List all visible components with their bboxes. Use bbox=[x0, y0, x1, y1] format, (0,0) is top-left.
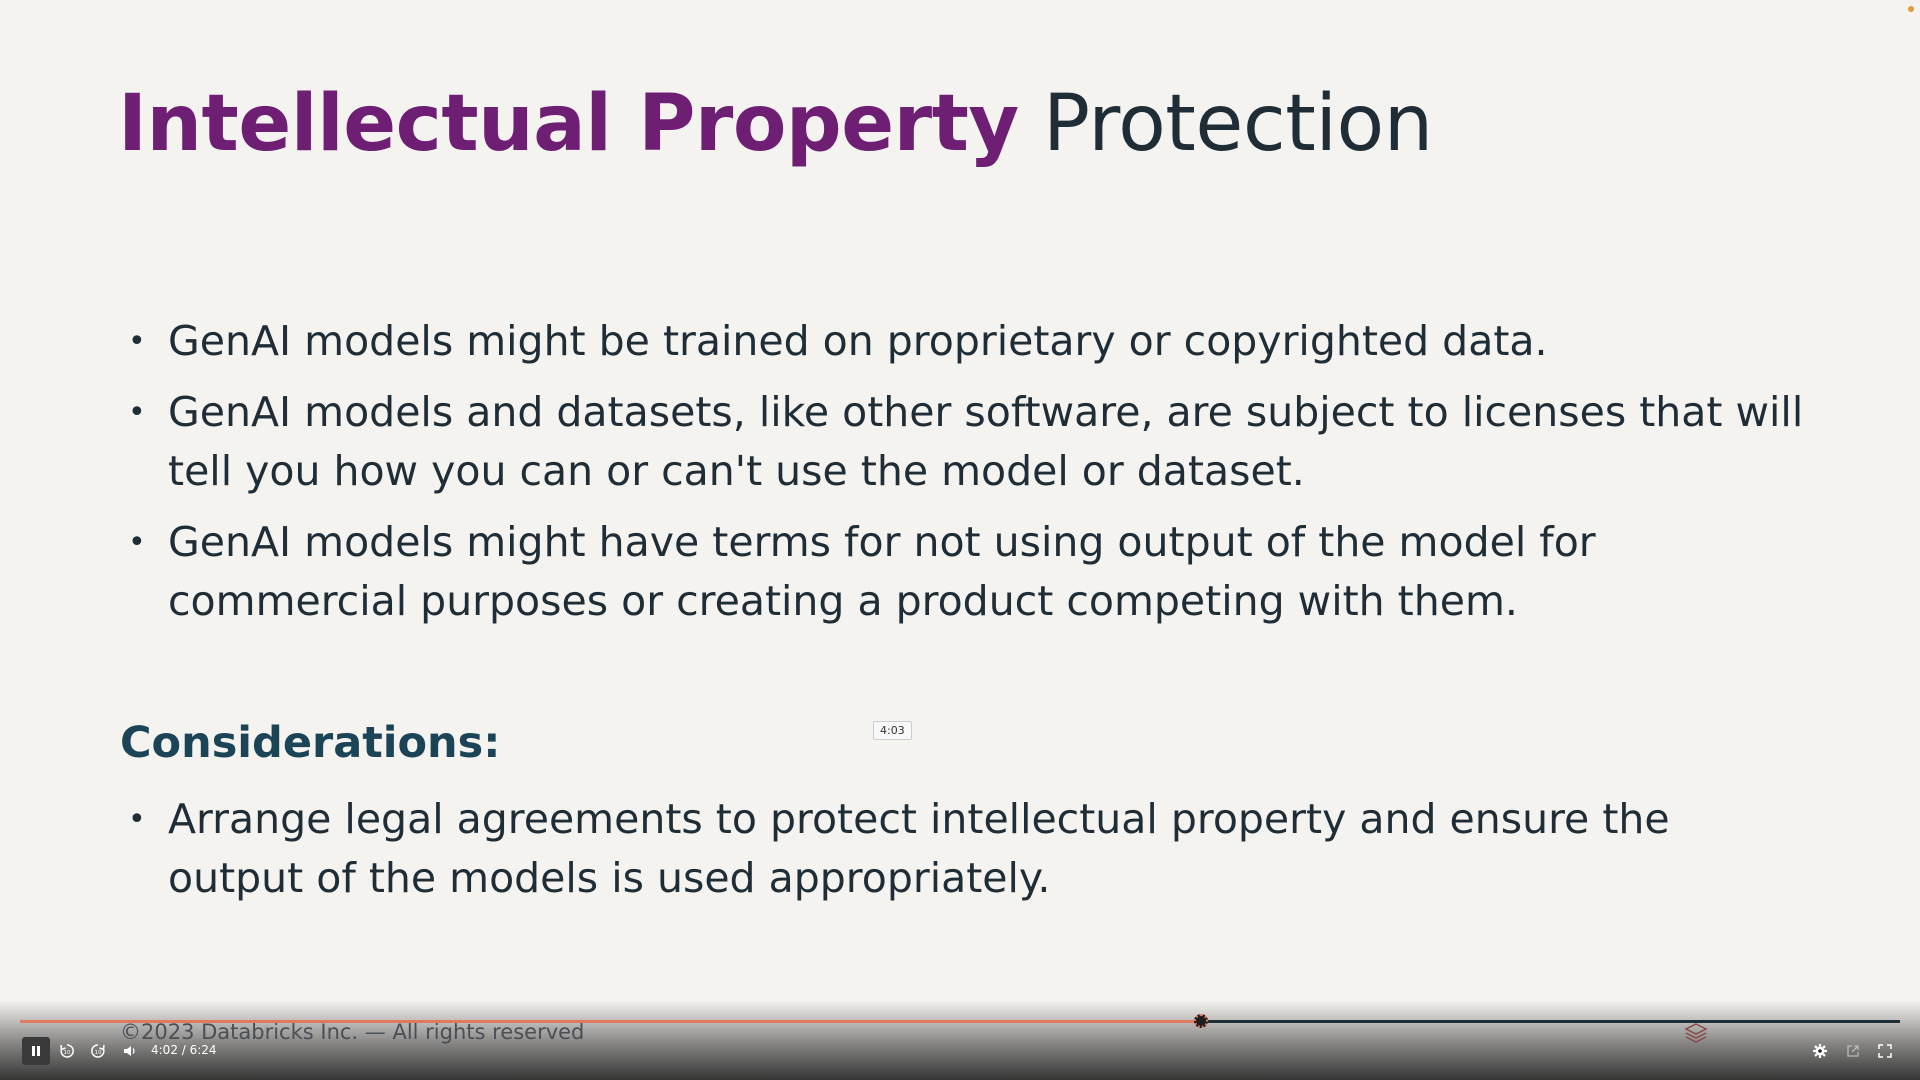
progress-track[interactable] bbox=[20, 1014, 1900, 1028]
bullet-text: GenAI models and datasets, like other so… bbox=[168, 388, 1804, 495]
slide-footer: ©2023 Databricks Inc. — All rights reser… bbox=[120, 1020, 585, 1044]
bullet-text: GenAI models might be trained on proprie… bbox=[168, 317, 1548, 365]
status-dot bbox=[1908, 6, 1914, 12]
bullet-list: • GenAI models might be trained on propr… bbox=[128, 312, 1808, 643]
volume-button[interactable] bbox=[117, 1038, 143, 1064]
bullet-item: • Arrange legal agreements to protect in… bbox=[128, 790, 1808, 908]
settings-icon bbox=[1813, 1044, 1827, 1058]
bullet-item: • GenAI models might have terms for not … bbox=[128, 513, 1808, 631]
bullet-dot: • bbox=[128, 802, 146, 837]
bullet-item: • GenAI models might be trained on propr… bbox=[128, 312, 1808, 371]
bullet-dot: • bbox=[128, 525, 146, 560]
settings-button[interactable] bbox=[1807, 1038, 1833, 1064]
rewind-10-icon: 10 bbox=[60, 1044, 74, 1058]
slide-title-rest: Protection bbox=[1043, 79, 1433, 169]
considerations-list: • Arrange legal agreements to protect in… bbox=[128, 790, 1808, 920]
svg-text:10: 10 bbox=[95, 1050, 102, 1056]
fullscreen-icon bbox=[1878, 1044, 1892, 1058]
pause-icon bbox=[32, 1046, 40, 1056]
bullet-text: GenAI models might have terms for not us… bbox=[168, 518, 1596, 625]
bullet-dot: • bbox=[128, 395, 146, 430]
progress-fill bbox=[20, 1020, 1201, 1023]
svg-text:10: 10 bbox=[64, 1050, 71, 1056]
popout-icon bbox=[1847, 1045, 1859, 1057]
bullet-dot: • bbox=[128, 324, 146, 359]
fullscreen-button[interactable] bbox=[1872, 1038, 1898, 1064]
popout-button[interactable] bbox=[1840, 1038, 1866, 1064]
slide-title: Intellectual Property Protection bbox=[118, 79, 1433, 169]
pause-button[interactable] bbox=[22, 1037, 50, 1065]
slide: Intellectual Property Protection • GenAI… bbox=[0, 0, 1920, 1080]
time-readout: 4:02 / 6:24 bbox=[151, 1043, 217, 1057]
volume-icon bbox=[124, 1046, 135, 1056]
slide-title-highlight: Intellectual Property bbox=[118, 79, 1019, 169]
layers-icon bbox=[1684, 1023, 1708, 1043]
bullet-item: • GenAI models and datasets, like other … bbox=[128, 383, 1808, 501]
considerations-heading: Considerations: bbox=[120, 718, 501, 768]
forward-10-button[interactable]: 10 bbox=[85, 1038, 111, 1064]
hover-time-tooltip: 4:03 bbox=[873, 721, 912, 740]
progress-handle[interactable] bbox=[1193, 1014, 1208, 1028]
bullet-text: Arrange legal agreements to protect inte… bbox=[168, 795, 1670, 902]
forward-10-icon: 10 bbox=[91, 1044, 105, 1058]
rewind-10-button[interactable]: 10 bbox=[54, 1038, 80, 1064]
